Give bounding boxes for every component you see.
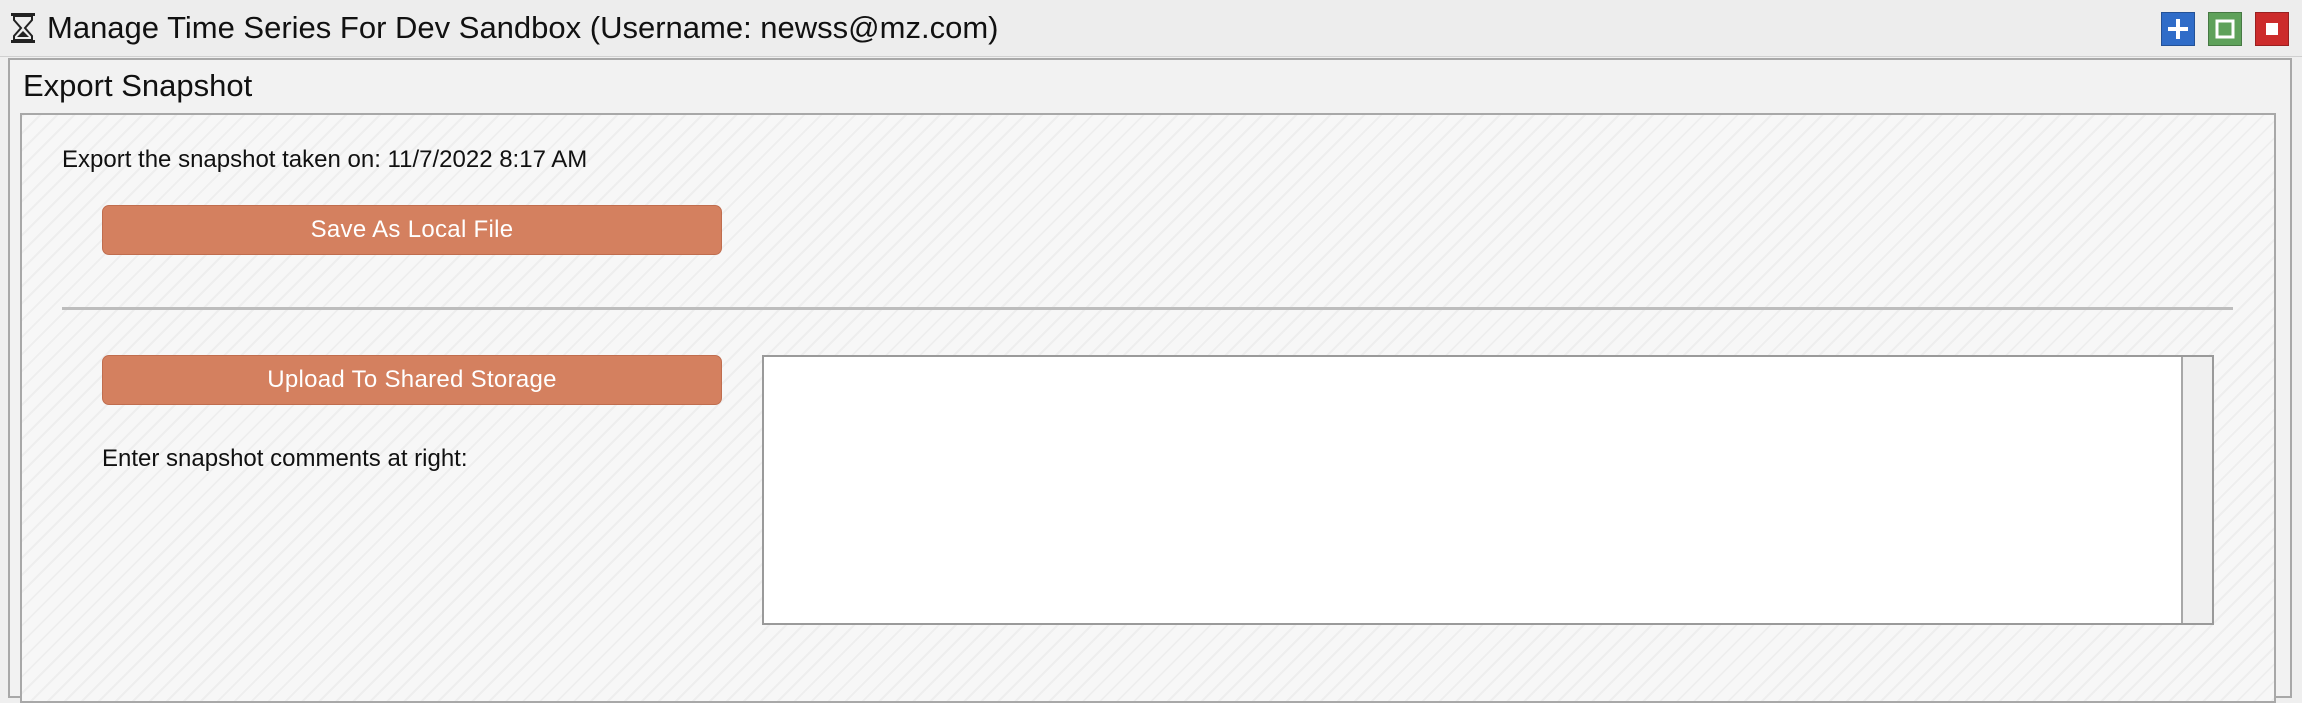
comments-label: Enter snapshot comments at right:	[102, 445, 468, 472]
save-as-local-file-button[interactable]: Save As Local File	[102, 205, 722, 255]
upload-to-shared-storage-button[interactable]: Upload To Shared Storage	[102, 355, 722, 405]
maximize-window-button[interactable]	[2208, 12, 2242, 46]
panel-heading: Export Snapshot	[23, 68, 253, 103]
snapshot-comments-textarea[interactable]	[762, 355, 2214, 625]
title-bar[interactable]: Manage Time Series For Dev Sandbox (User…	[0, 0, 2302, 57]
add-window-button[interactable]	[2161, 12, 2195, 46]
square-icon	[2215, 19, 2235, 39]
section-divider	[62, 307, 2233, 310]
close-window-button[interactable]	[2255, 12, 2289, 46]
hourglass-icon	[10, 12, 36, 44]
stop-icon	[2266, 23, 2278, 35]
export-snapshot-label: Export the snapshot taken on: 11/7/2022 …	[62, 146, 588, 173]
plus-icon	[2168, 19, 2188, 39]
manage-time-series-window: Manage Time Series For Dev Sandbox (User…	[0, 0, 2302, 703]
window-title: Manage Time Series For Dev Sandbox (User…	[47, 10, 999, 45]
comments-scrollbar[interactable]	[2181, 357, 2212, 623]
